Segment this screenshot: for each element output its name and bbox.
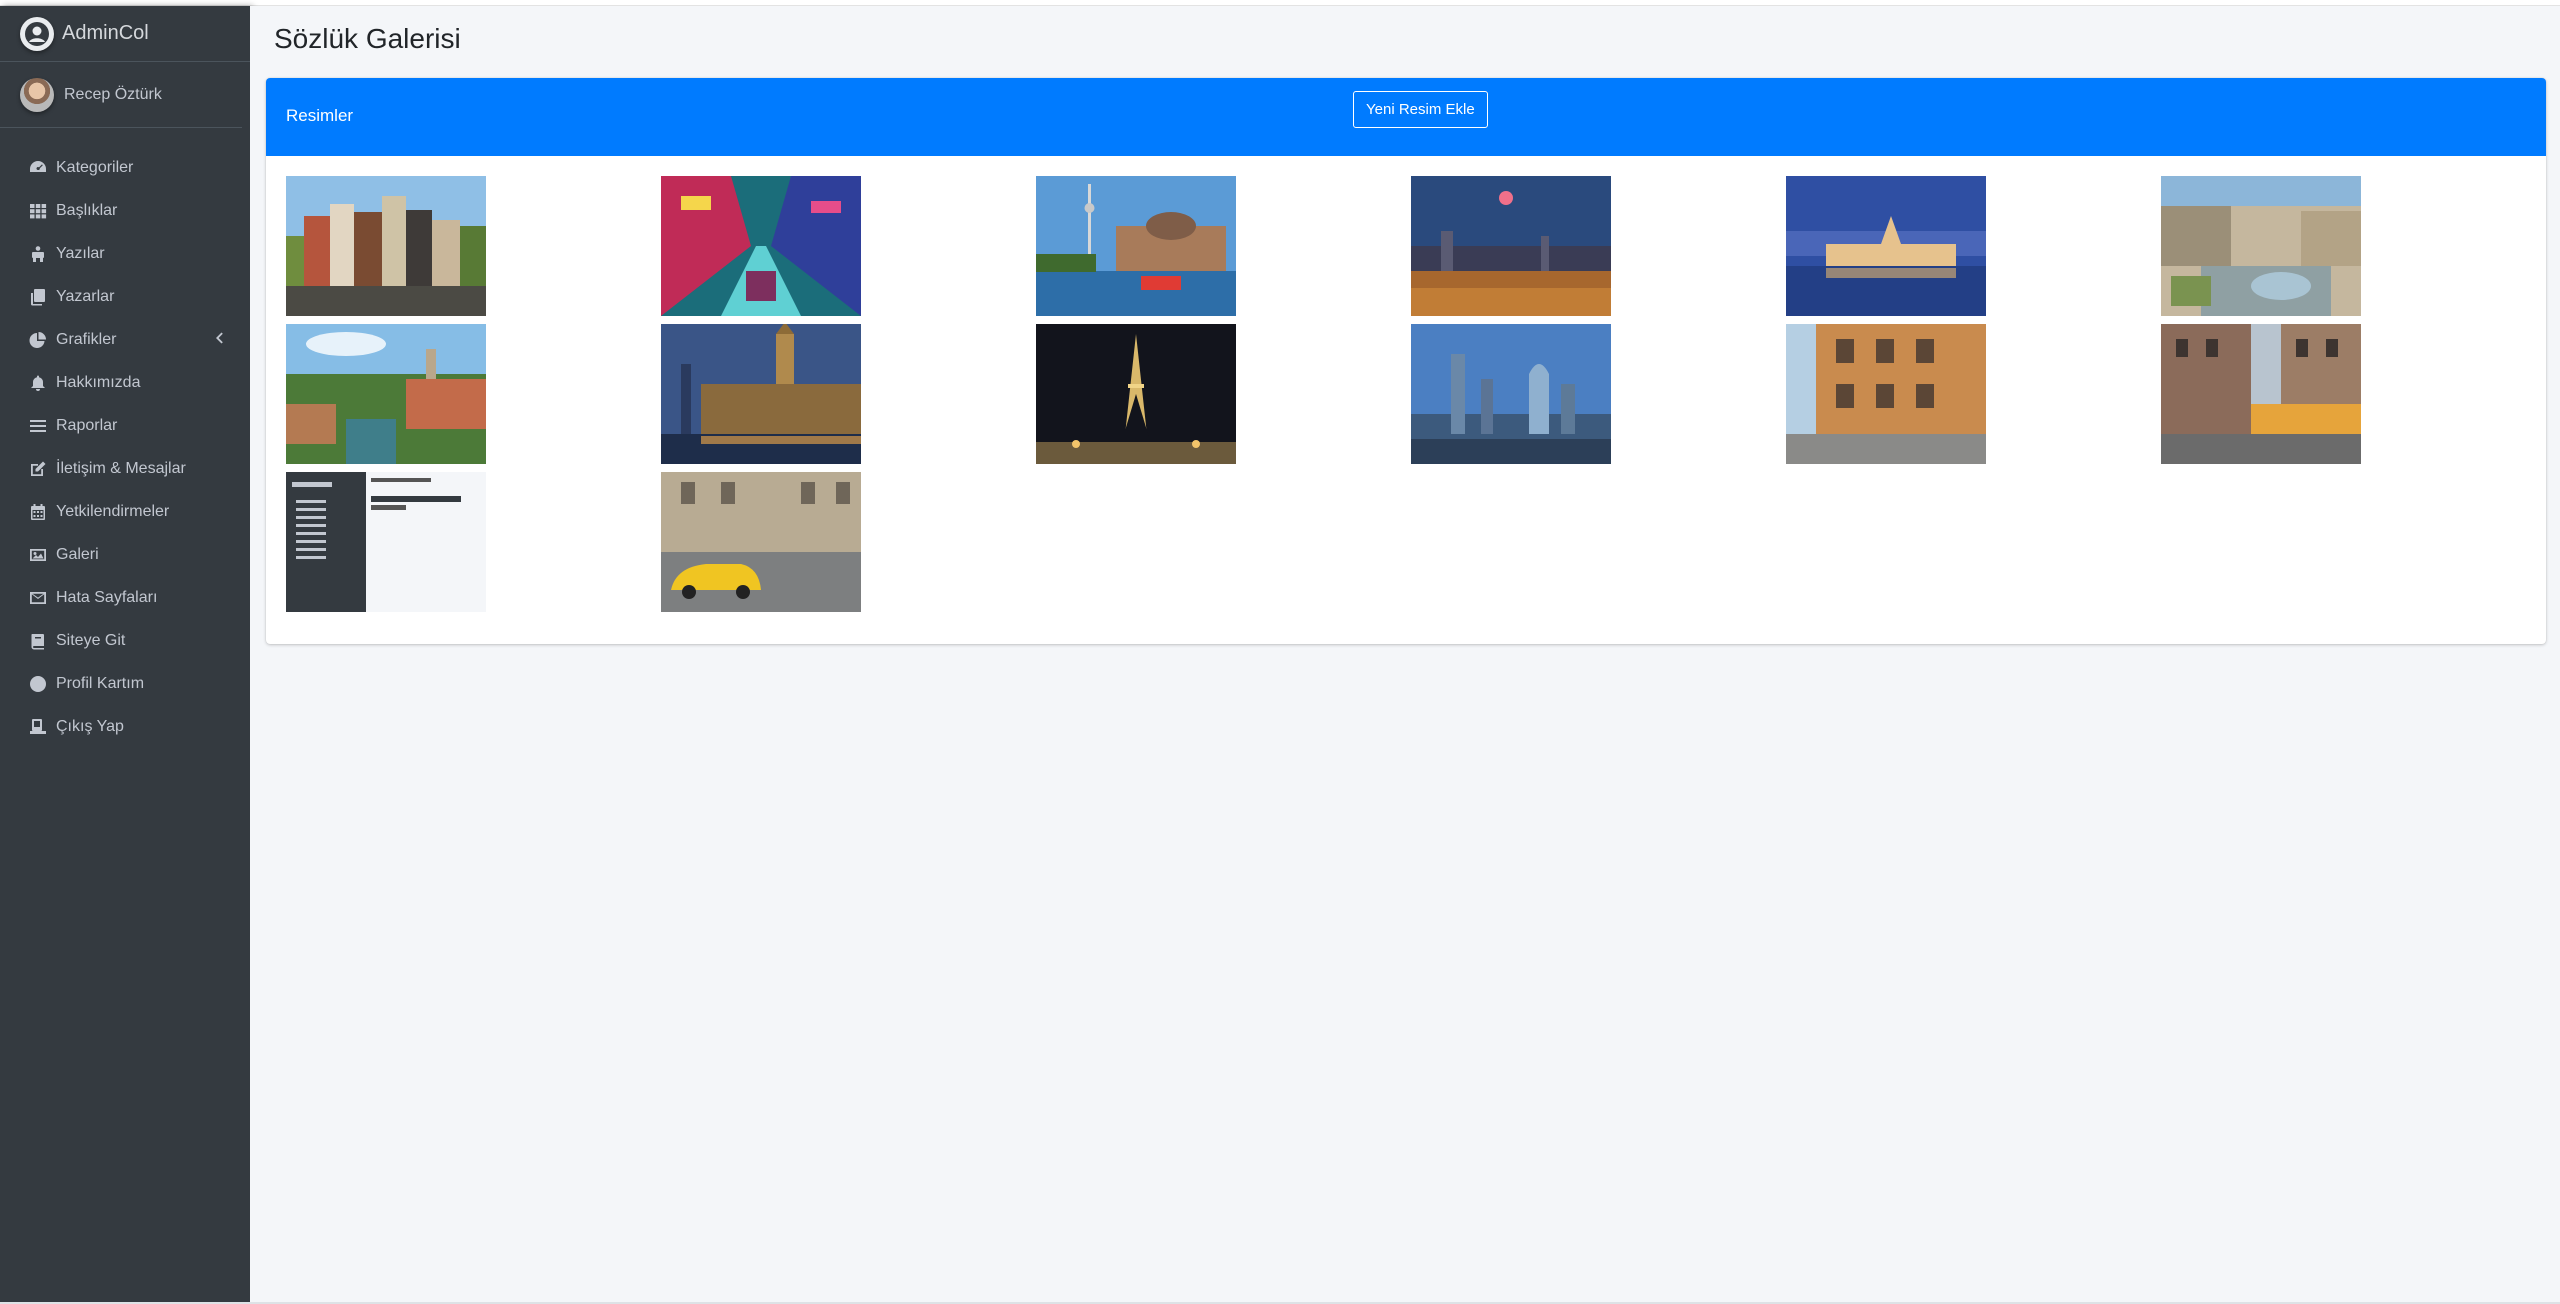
gallery-image-5[interactable] <box>1786 176 1986 316</box>
sidebar-item-profil-kartim[interactable]: Profil Kartım <box>0 662 250 705</box>
card-title: Resimler <box>286 106 354 125</box>
eiffel-tower-night-image <box>1036 324 1236 464</box>
main-content: Sözlük Galerisi Resimler Yeni Resim Ekle <box>250 6 2560 1304</box>
user-avatar <box>20 77 54 112</box>
brand-name: AdminCol <box>62 22 149 44</box>
pie-chart-icon <box>28 330 48 350</box>
gallery-image-8[interactable] <box>661 324 861 464</box>
sidebar-item-kategoriler[interactable]: Kategoriler <box>0 146 250 189</box>
sidebar-item-siteye-git[interactable]: Siteye Git <box>0 619 250 662</box>
sidebar-nav: Kategoriler Başlıklar Yazılar Yazarlar G… <box>0 128 250 748</box>
orange-building-street-image <box>1786 324 1986 464</box>
calendar-icon <box>28 502 48 522</box>
chevron-left-icon[interactable] <box>212 331 226 345</box>
sidebar-item-yazilar[interactable]: Yazılar <box>0 232 250 275</box>
night-city-skyline-image <box>1411 176 1611 316</box>
yellow-taxi-street-image <box>661 472 861 612</box>
gallery-image-13[interactable] <box>286 472 486 612</box>
bell-icon <box>28 373 48 393</box>
sidebar-item-label: Yazılar <box>56 244 105 262</box>
image-icon <box>28 545 48 565</box>
sidebar-item-cikis-yap[interactable]: Çıkış Yap <box>0 705 250 748</box>
gallery-image-7[interactable] <box>286 324 486 464</box>
page-title: Sözlük Galerisi <box>274 23 461 54</box>
sidebar-item-label: Hata Sayfaları <box>56 588 158 606</box>
berlin-museum-island-image <box>1036 176 1236 316</box>
sidebar-item-raporlar[interactable]: Raporlar <box>0 404 250 447</box>
modern-skyscrapers-image <box>1411 324 1611 464</box>
sidebar-item-hakkimizda[interactable]: Hakkımızda <box>0 361 250 404</box>
envelope-icon <box>28 588 48 608</box>
gallery-image-14[interactable] <box>661 472 861 612</box>
admin-panel-screenshot-image <box>286 472 486 612</box>
sidebar-item-label: Raporlar <box>56 416 118 434</box>
sidebar-item-label: İletişim & Mesajlar <box>56 459 186 477</box>
sidebar-item-label: Siteye Git <box>56 631 126 649</box>
sidebar-item-label: Başlıklar <box>56 201 118 219</box>
brand-logo-icon <box>20 16 54 51</box>
gallery-card: Resimler Yeni Resim Ekle <box>266 78 2546 644</box>
sidebar: AdminCol Recep Öztürk Kategoriler Başlık… <box>0 6 250 1304</box>
gallery-image-6[interactable] <box>2161 176 2361 316</box>
gallery-image-11[interactable] <box>1786 324 1986 464</box>
gallery-image-2[interactable] <box>661 176 861 316</box>
circle-icon <box>28 674 48 694</box>
list-icon <box>28 416 48 436</box>
edit-icon <box>28 459 48 479</box>
grid-icon <box>28 201 48 221</box>
card-header: Resimler Yeni Resim Ekle <box>266 78 2546 156</box>
sidebar-item-label: Hakkımızda <box>56 373 141 391</box>
ljubljana-river-town-image <box>286 324 486 464</box>
people-carry-icon <box>28 244 48 264</box>
sidebar-item-hata-sayfalari[interactable]: Hata Sayfaları <box>0 576 250 619</box>
gallery-image-1[interactable] <box>286 176 486 316</box>
amsterdam-canal-houses-image <box>286 176 486 316</box>
london-big-ben-image <box>661 324 861 464</box>
dashboard-gauge-icon <box>28 158 48 178</box>
user-name[interactable]: Recep Öztürk <box>64 86 162 104</box>
sidebar-item-label: Yetkilendirmeler <box>56 502 170 520</box>
sidebar-item-yazarlar[interactable]: Yazarlar <box>0 275 250 318</box>
gallery-image-4[interactable] <box>1411 176 1611 316</box>
sidebar-item-basliklar[interactable]: Başlıklar <box>0 189 250 232</box>
brand-link[interactable]: AdminCol <box>0 6 250 62</box>
copy-icon <box>28 287 48 307</box>
user-panel[interactable]: Recep Öztürk <box>0 62 242 128</box>
gallery-image-9[interactable] <box>1036 324 1236 464</box>
budapest-parliament-image <box>1786 176 1986 316</box>
sidebar-item-label: Çıkış Yap <box>56 717 124 735</box>
gallery-image-3[interactable] <box>1036 176 1236 316</box>
sidebar-item-grafikler[interactable]: Grafikler <box>0 318 250 361</box>
sidebar-item-label: Galeri <box>56 545 99 563</box>
sidebar-item-label: Profil Kartım <box>56 674 145 692</box>
add-image-button[interactable]: Yeni Resim Ekle <box>1353 91 1488 128</box>
sidebar-item-label: Grafikler <box>56 330 117 348</box>
gallery-image-10[interactable] <box>1411 324 1611 464</box>
sidebar-item-yetkilendirmeler[interactable]: Yetkilendirmeler <box>0 490 250 533</box>
city-aerial-square-image <box>2161 176 2361 316</box>
user-logout-icon <box>28 717 48 737</box>
book-icon <box>28 631 48 651</box>
sidebar-item-label: Yazarlar <box>56 287 115 305</box>
gallery-image-12[interactable] <box>2161 324 2361 464</box>
sidebar-item-iletisim-mesajlar[interactable]: İletişim & Mesajlar <box>0 447 250 490</box>
tram-old-buildings-image <box>2161 324 2361 464</box>
neon-city-street-image <box>661 176 861 316</box>
sidebar-item-label: Kategoriler <box>56 158 134 176</box>
sidebar-item-galeri[interactable]: Galeri <box>0 533 250 576</box>
